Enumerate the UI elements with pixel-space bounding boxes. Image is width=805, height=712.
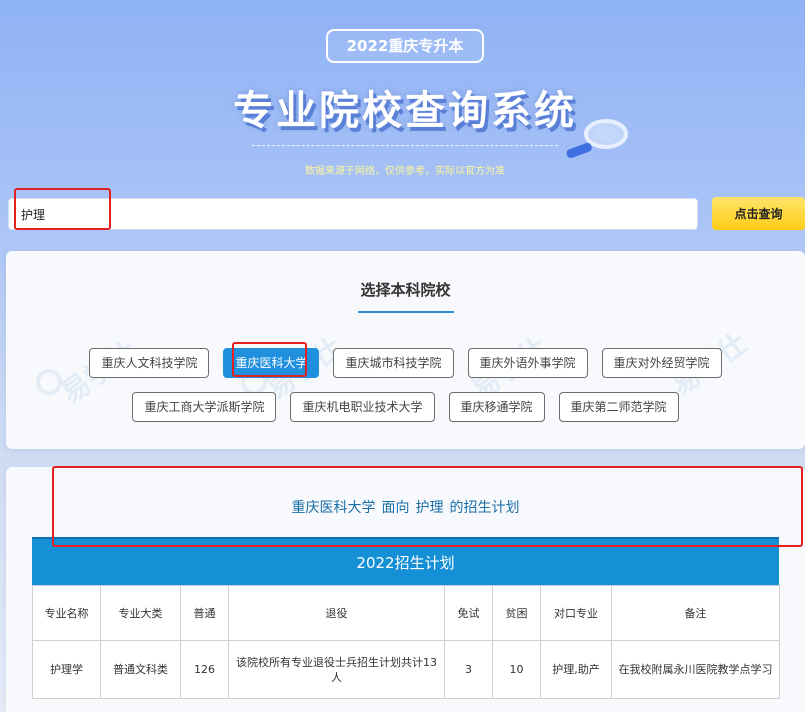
column-header: 对口专业 xyxy=(540,585,612,641)
hero-header: 2022重庆专升本 专业院校查询系统 数据来源于网络，仅供参考，实际以官方为准 … xyxy=(0,0,805,250)
school-row: 重庆人文科技学院 重庆医科大学 重庆城市科技学院 重庆外语外事学院 重庆对外经贸… xyxy=(6,348,805,378)
plan-table: 专业名称 专业大类 普通 退役 免试 贫困 对口专业 备注 护理学 普通文科类 … xyxy=(32,585,780,699)
table-cell: 该院校所有专业退役士兵招生计划共计13人 xyxy=(228,640,445,699)
plan-school: 重庆医科大学 xyxy=(291,500,376,516)
plan-major: 护理 xyxy=(415,500,444,516)
table-cell: 10 xyxy=(492,640,541,699)
column-header: 备注 xyxy=(611,585,780,641)
column-header: 普通 xyxy=(180,585,229,641)
plan-table-container: 2022招生计划 专业名称 专业大类 普通 退役 免试 贫困 对口专业 备注 护… xyxy=(32,537,780,699)
school-button[interactable]: 重庆对外经贸学院 xyxy=(601,348,722,378)
table-cell: 护理,助产 xyxy=(540,640,612,699)
column-header: 专业大类 xyxy=(100,585,181,641)
magnifier-icon xyxy=(566,119,628,159)
plan-suffix: 的招生计划 xyxy=(449,500,520,516)
table-cell: 在我校附属永川医院教学点学习 xyxy=(611,640,780,699)
school-button[interactable]: 重庆外语外事学院 xyxy=(467,348,588,378)
school-select-panel: 易学仕 易学仕 易学仕 易学仕 选择本科院校 重庆人文科技学院 重庆医科大学 重… xyxy=(6,251,805,449)
search-input[interactable] xyxy=(8,198,698,230)
school-button[interactable]: 重庆人文科技学院 xyxy=(89,348,210,378)
table-cell: 普通文科类 xyxy=(100,640,181,699)
table-cell: 3 xyxy=(444,640,493,699)
table-cell: 护理学 xyxy=(32,640,101,699)
year-badge: 2022重庆专升本 xyxy=(326,29,484,63)
title-underline xyxy=(358,311,454,313)
plan-banner: 2022招生计划 xyxy=(32,537,779,585)
search-button[interactable]: 点击查询 xyxy=(712,197,805,230)
school-button[interactable]: 重庆工商大学派斯学院 xyxy=(132,392,277,422)
school-button[interactable]: 重庆城市科技学院 xyxy=(333,348,454,378)
school-button[interactable]: 重庆移通学院 xyxy=(448,392,545,422)
school-row: 重庆工商大学派斯学院 重庆机电职业技术大学 重庆移通学院 重庆第二师范学院 xyxy=(6,392,805,422)
school-button[interactable]: 重庆机电职业技术大学 xyxy=(290,392,435,422)
school-button-selected[interactable]: 重庆医科大学 xyxy=(223,348,320,378)
page-title: 专业院校查询系统 xyxy=(233,88,577,134)
plan-prefix: 面向 xyxy=(381,500,410,516)
table-row: 护理学 普通文科类 126 该院校所有专业退役士兵招生计划共计13人 3 10 … xyxy=(32,640,780,699)
column-header: 退役 xyxy=(228,585,445,641)
table-cell: 126 xyxy=(180,640,229,699)
disclaimer-text: 数据来源于网络，仅供参考，实际以官方为准 xyxy=(305,166,505,177)
title-divider xyxy=(252,145,558,146)
school-button[interactable]: 重庆第二师范学院 xyxy=(558,392,679,422)
plan-heading: 重庆医科大学 面向 护理 的招生计划 xyxy=(6,497,805,517)
table-header-row: 专业名称 专业大类 普通 退役 免试 贫困 对口专业 备注 xyxy=(32,585,780,641)
enrollment-plan-panel: 易学仕 易学仕 重庆医科大学面向护理的招生计划 2022招生计划 专业名称 专业… xyxy=(6,467,805,712)
school-select-title: 选择本科院校 xyxy=(360,281,451,299)
column-header: 贫困 xyxy=(492,585,541,641)
column-header: 免试 xyxy=(444,585,493,641)
column-header: 专业名称 xyxy=(32,585,101,641)
